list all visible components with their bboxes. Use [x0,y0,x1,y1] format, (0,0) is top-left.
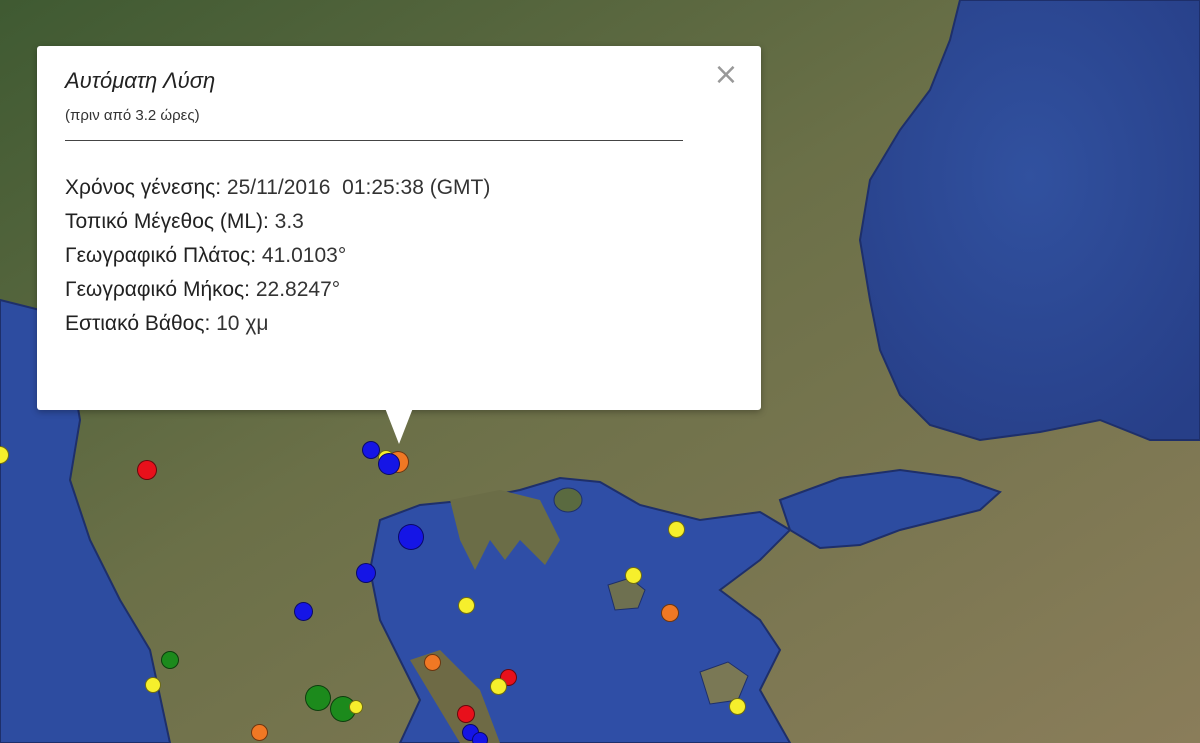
earthquake-marker-red[interactable] [137,460,157,480]
aegean-sea [368,476,792,743]
info-row-longitude: Γεωγραφικό Μήκος: 22.8247° [65,273,733,307]
info-window: Αυτόματη Λύση (πριν από 3.2 ώρες) Χρόνος… [37,46,761,410]
divider [65,140,683,141]
earthquake-marker-blue[interactable] [293,601,313,621]
earthquake-marker-green[interactable] [161,651,179,669]
earthquake-marker-orange[interactable] [661,604,679,622]
earthquake-marker-yellow[interactable] [145,677,161,693]
info-row-value: 10 χμ [216,312,269,335]
info-row-value: 22.8247° [255,278,341,301]
info-window-subtitle: (πριν από 3.2 ώρες) [65,107,200,124]
earthquake-marker-blue[interactable] [378,453,400,475]
earthquake-marker-blue[interactable] [398,524,424,550]
info-row-label: Χρόνος γένεσης: [65,176,227,199]
earthquake-marker-yellow[interactable] [728,697,746,715]
info-row-label: Τοπικό Μέγεθος (ML): [65,210,275,233]
earthquake-marker-blue[interactable] [356,563,376,583]
info-row-value: 25/11/2016 01:25:38 (GMT) [226,176,491,199]
info-row-label: Γεωγραφικό Πλάτος: [65,244,262,267]
info-row-label: Γεωγραφικό Μήκος: [65,278,256,301]
earthquake-marker-yellow[interactable] [349,700,363,714]
info-window-title: Αυτόματη Λύση [65,68,216,93]
earthquake-marker-yellow[interactable] [489,677,507,695]
info-row-magnitude: Τοπικό Μέγεθος (ML): 3.3 [65,205,733,239]
info-row-value: 41.0103° [261,244,347,267]
close-icon[interactable]: × [713,60,739,90]
info-row-label: Εστιακό Βάθος: [65,312,217,335]
info-row-origin-time: Χρόνος γένεσης: 25/11/2016 01:25:38 (GMT… [65,171,733,205]
info-row-latitude: Γεωγραφικό Πλάτος: 41.0103° [65,239,733,273]
earthquake-marker-yellow[interactable] [667,520,685,538]
earthquake-marker-red[interactable] [457,705,475,723]
earthquake-marker-yellow[interactable] [624,566,642,584]
earthquake-marker-yellow[interactable] [457,596,475,614]
earthquake-marker-green[interactable] [305,685,331,711]
info-row-value: 3.3 [274,210,304,233]
thasos-island [553,487,583,513]
earthquake-marker-blue[interactable] [472,732,488,743]
earthquake-marker-orange[interactable] [250,723,268,741]
earthquake-marker-orange[interactable] [423,653,441,671]
info-rows: Χρόνος γένεσης: 25/11/2016 01:25:38 (GMT… [65,171,733,341]
info-window-pointer [385,408,413,444]
info-row-depth: Εστιακό Βάθος: 10 χμ [65,307,733,341]
